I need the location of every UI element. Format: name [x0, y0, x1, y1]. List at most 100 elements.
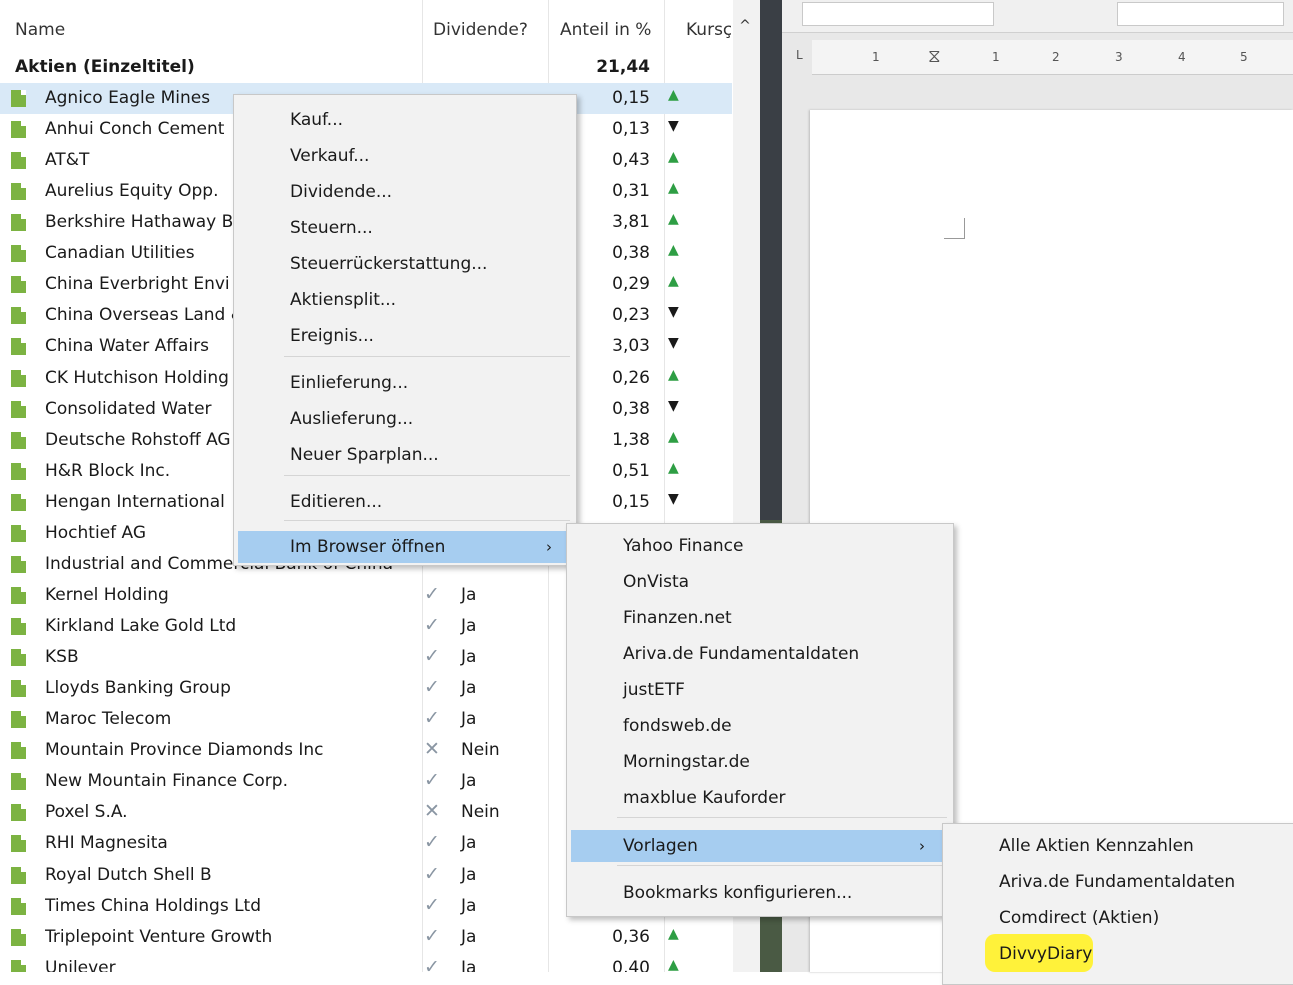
context-menu-item[interactable]: Einlieferung...: [234, 367, 576, 399]
trend-down-icon: ▼: [668, 490, 679, 507]
row-share: 0,26: [612, 367, 650, 388]
trend-up-icon: ▲: [668, 428, 679, 445]
security-icon: [11, 835, 26, 853]
chevron-right-icon: ›: [546, 538, 552, 556]
security-icon: [11, 400, 26, 418]
template-menu-item[interactable]: DivvyDiary: [943, 938, 1293, 970]
menu-item-label: Bookmarks konfigurieren...: [623, 883, 853, 903]
browser-menu-item[interactable]: Yahoo Finance: [567, 530, 953, 562]
template-menu-item[interactable]: Comdirect (Aktien): [943, 902, 1293, 934]
row-share: 0,13: [612, 119, 650, 140]
row-dividend: Ja: [461, 864, 477, 885]
font-name-box[interactable]: [1117, 2, 1284, 26]
context-menu-item[interactable]: Verkauf...: [234, 140, 576, 172]
menu-item-label: OnVista: [623, 572, 690, 592]
row-name: Maroc Telecom: [45, 709, 172, 730]
security-icon: [11, 462, 26, 480]
check-icon: ✓: [424, 676, 440, 699]
browser-menu-item[interactable]: Morningstar.de: [567, 746, 953, 778]
row-share: 3,81: [612, 212, 650, 233]
table-row[interactable]: Unilever ✓ Ja 0,40 ▲: [0, 953, 732, 972]
security-icon: [11, 183, 26, 201]
template-menu-item[interactable]: Ariva.de Fundamentaldaten: [943, 866, 1293, 898]
check-icon: ✓: [424, 955, 440, 972]
menu-item-label: Vorlagen: [623, 836, 698, 856]
row-dividend: Ja: [461, 647, 477, 668]
menu-item-label: Steuern...: [290, 218, 373, 238]
menu-item-label: Ereignis...: [290, 326, 374, 346]
security-icon: [11, 90, 26, 107]
context-menu-item[interactable]: Neuer Sparplan...: [234, 439, 576, 471]
browser-menu-item[interactable]: justETF: [567, 674, 953, 706]
row-share: 0,38: [612, 243, 650, 264]
browser-menu-item[interactable]: Ariva.de Fundamentaldaten: [567, 638, 953, 670]
context-menu-item[interactable]: Steuern...: [234, 212, 576, 244]
security-icon: [11, 959, 26, 972]
ruler-number: 2: [1052, 50, 1060, 64]
ruler-indent-icon: ⧖: [928, 46, 941, 67]
browser-menu-item[interactable]: OnVista: [567, 566, 953, 598]
column-header-trend[interactable]: Kursç: [686, 20, 731, 40]
trend-up-icon: ▲: [668, 273, 679, 290]
context-menu-item[interactable]: Dividende...: [234, 176, 576, 208]
security-icon: [11, 338, 26, 356]
check-icon: ✓: [424, 769, 440, 792]
trend-up-icon: ▲: [668, 211, 679, 228]
template-menu-item[interactable]: Alle Aktien Kennzahlen: [943, 830, 1293, 862]
row-share: 0,31: [612, 181, 650, 202]
context-menu-item[interactable]: Ereignis...: [234, 320, 576, 352]
menu-item-label: Ariva.de Fundamentaldaten: [623, 644, 860, 664]
row-share: 0,43: [612, 150, 650, 171]
menu-item-label: Auslieferung...: [290, 409, 414, 429]
browser-menu-item[interactable]: Finanzen.net: [567, 602, 953, 634]
context-menu-item[interactable]: Editieren...: [234, 486, 576, 518]
row-name: Times China Holdings Ltd: [45, 895, 262, 916]
security-icon: [11, 866, 26, 884]
security-icon: [11, 804, 26, 822]
menu-item-label: justETF: [623, 680, 685, 700]
trend-up-icon: ▲: [668, 87, 679, 103]
column-header-dividend[interactable]: Dividende?: [433, 20, 528, 40]
menu-item-label: Aktiensplit...: [290, 290, 397, 310]
context-menu-item[interactable]: Aktiensplit...: [234, 284, 576, 316]
row-name: Unilever: [45, 957, 116, 972]
check-icon: ✓: [424, 831, 440, 854]
row-name: KSB: [45, 647, 79, 668]
security-icon: [11, 742, 26, 760]
menu-item-label: Steuerrückerstattung...: [290, 254, 488, 274]
browser-menu-item[interactable]: Bookmarks konfigurieren...: [567, 877, 953, 909]
group-header-name[interactable]: Aktien (Einzeltitel): [15, 57, 195, 77]
row-name: Lloyds Banking Group: [45, 678, 231, 699]
trend-down-icon: ▼: [668, 304, 679, 321]
scroll-up-icon[interactable]: ^: [733, 18, 757, 42]
menu-item-label: Morningstar.de: [623, 752, 750, 772]
security-icon: [11, 245, 26, 263]
window-divider: [760, 0, 782, 520]
context-menu-item[interactable]: Auslieferung...: [234, 403, 576, 435]
menu-item-label: Im Browser öffnen: [290, 537, 446, 557]
table-row[interactable]: Triplepoint Venture Growth ✓ Ja 0,36 ▲: [0, 922, 732, 953]
column-header-share[interactable]: Anteil in %: [560, 20, 651, 40]
menu-item-label: Finanzen.net: [623, 608, 732, 628]
menu-item-label: Kauf...: [290, 110, 344, 130]
security-icon: [11, 493, 26, 511]
ruler-number: 3: [1115, 50, 1123, 64]
row-dividend: Nein: [461, 740, 500, 761]
security-icon: [11, 711, 26, 729]
row-share: 0,29: [612, 274, 650, 295]
context-menu-item[interactable]: Kauf...: [234, 104, 576, 136]
row-dividend: Ja: [461, 678, 477, 699]
menu-item-open-in-browser[interactable]: Im Browser öffnen ›: [238, 531, 570, 563]
page-margin-marker: [944, 218, 965, 239]
menu-item-label: Alle Aktien Kennzahlen: [999, 836, 1194, 856]
row-share: 0,38: [612, 398, 650, 419]
menu-item-templates[interactable]: Vorlagen ›: [571, 830, 943, 862]
browser-menu-item[interactable]: fondsweb.de: [567, 710, 953, 742]
menu-item-label: maxblue Kauforder: [623, 788, 786, 808]
paragraph-style-box[interactable]: [802, 2, 994, 26]
row-name: Mountain Province Diamonds Inc: [45, 740, 324, 761]
security-icon: [11, 649, 26, 667]
context-menu-item[interactable]: Steuerrückerstattung...: [234, 248, 576, 280]
column-header-name[interactable]: Name: [15, 20, 65, 40]
browser-menu-item[interactable]: maxblue Kauforder: [567, 782, 953, 814]
